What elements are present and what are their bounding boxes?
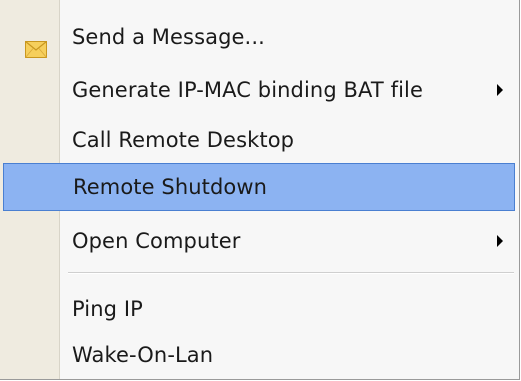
menu-separator (68, 272, 514, 274)
menu-item-generate-ip-mac-bat[interactable]: Generate IP-MAC binding BAT file (3, 66, 515, 114)
menu-item-open-computer[interactable]: Open Computer (3, 217, 515, 265)
menu-item-label: Send a Message... (72, 25, 265, 49)
submenu-arrow-icon (497, 235, 503, 247)
menu-item-ping-ip[interactable]: Ping IP (3, 285, 515, 333)
menu-item-label: Open Computer (72, 229, 241, 253)
menu-item-label: Ping IP (72, 297, 143, 321)
menu-item-remote-shutdown[interactable]: Remote Shutdown (3, 163, 515, 211)
context-menu: Send a Message... Generate IP-MAC bindin… (0, 0, 520, 380)
envelope-icon (25, 41, 47, 58)
submenu-arrow-icon (497, 84, 503, 96)
menu-item-label: Wake-On-Lan (72, 343, 214, 367)
menu-item-label: Remote Shutdown (73, 175, 268, 199)
menu-item-label: Call Remote Desktop (72, 128, 295, 152)
menu-item-label: Generate IP-MAC binding BAT file (72, 78, 423, 102)
menu-item-wake-on-lan[interactable]: Wake-On-Lan (3, 331, 515, 379)
menu-item-call-remote-desktop[interactable]: Call Remote Desktop (3, 116, 515, 164)
menu-item-send-message[interactable]: Send a Message... (3, 13, 515, 61)
